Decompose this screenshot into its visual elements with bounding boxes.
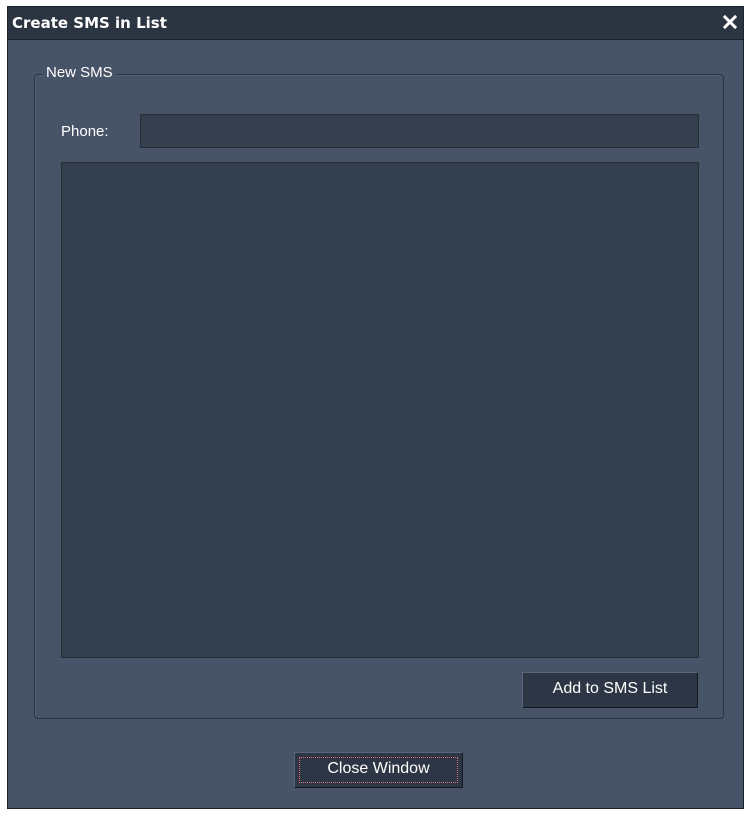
new-sms-group: New SMS Phone: Add to SMS List [34,64,724,719]
title-bar[interactable]: Create SMS in List [8,7,743,40]
close-button-label: Close Window [327,760,430,777]
add-button-label: Add to SMS List [552,680,668,697]
close-window-button[interactable]: Close Window [294,752,463,788]
phone-label: Phone: [61,123,109,140]
message-textarea[interactable] [61,162,699,658]
group-legend: New SMS [43,64,116,81]
add-to-sms-list-button[interactable]: Add to SMS List [522,672,698,708]
phone-input[interactable] [140,114,699,148]
close-icon[interactable] [722,14,738,30]
window-title: Create SMS in List [12,14,167,32]
create-sms-window: Create SMS in List New SMS Phone: Add to… [7,6,744,809]
